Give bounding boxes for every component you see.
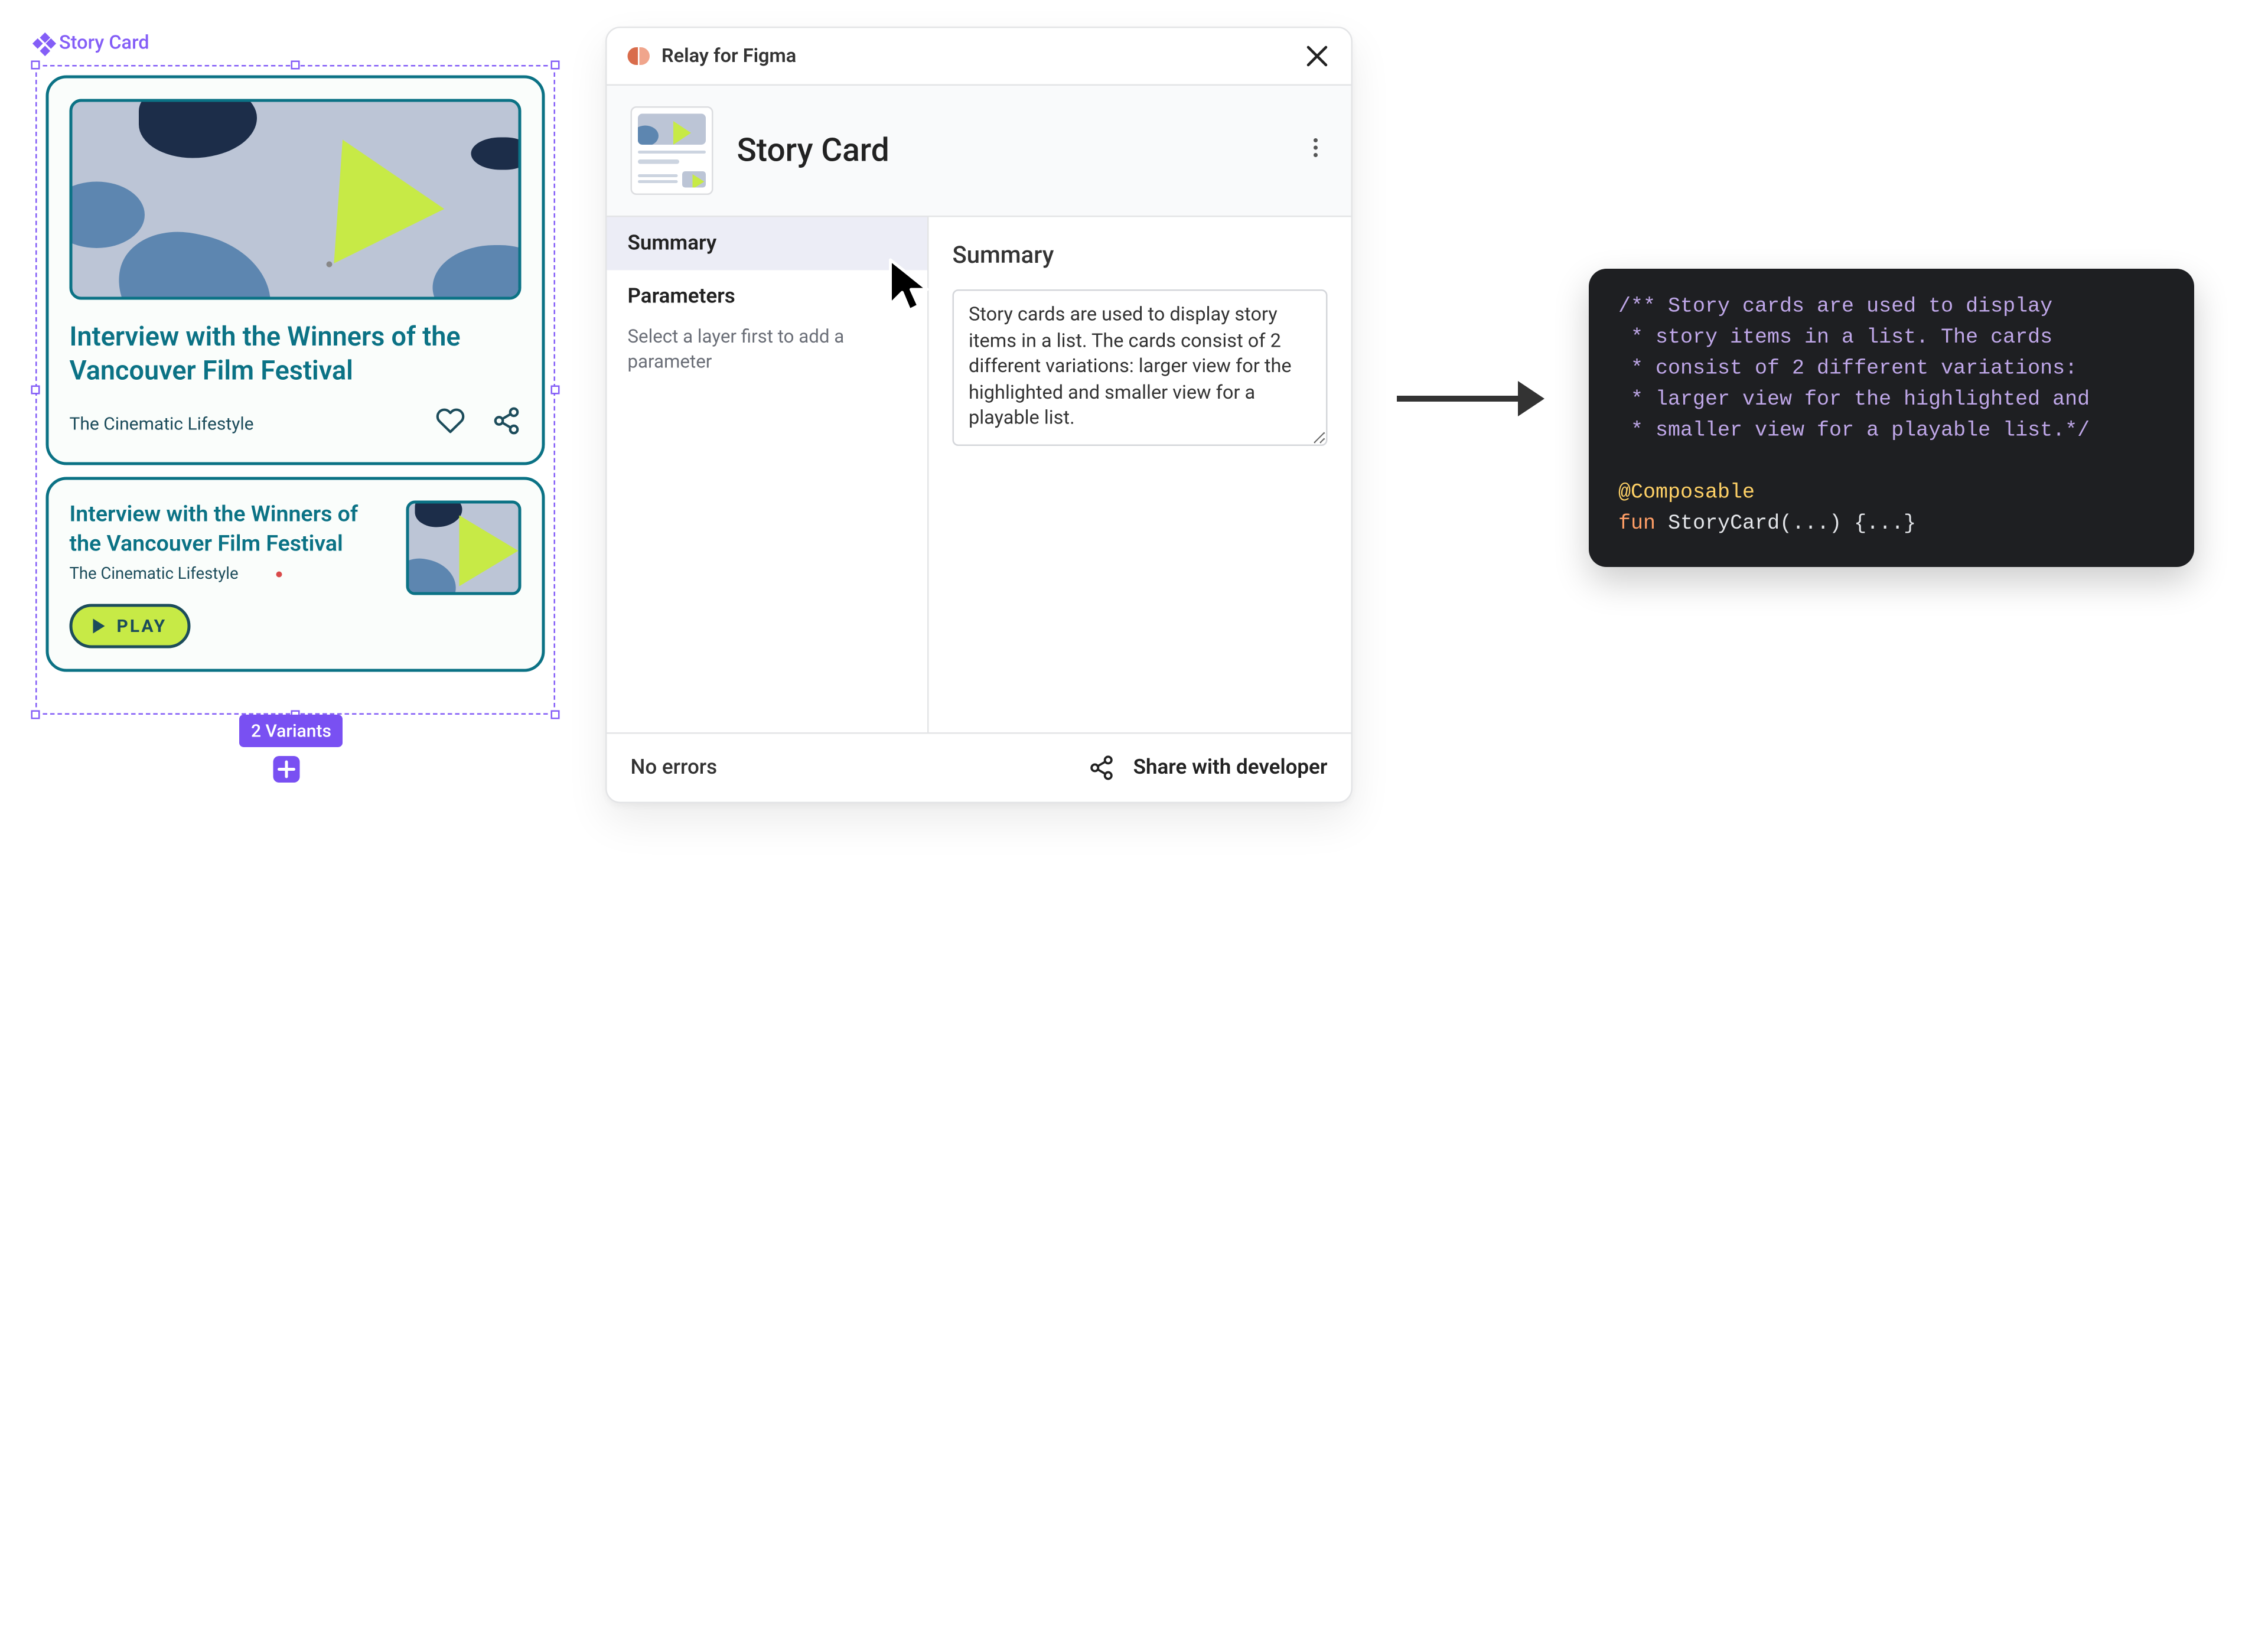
content-heading: Summary — [953, 241, 1328, 269]
like-icon[interactable] — [436, 406, 465, 442]
code-comment-line: * consist of 2 different variations: — [1618, 357, 2077, 381]
code-output-block: /** Story cards are used to display * st… — [1589, 269, 2194, 567]
panel-component-row: Story Card — [607, 86, 1351, 217]
story-card-small-variant[interactable]: Interview with the Winners of the Vancou… — [46, 477, 545, 672]
selection-handle[interactable] — [31, 386, 40, 395]
play-icon — [93, 619, 105, 634]
selection-handle[interactable] — [551, 711, 560, 719]
figma-component-frame[interactable]: Interview with the Winners of the Vancou… — [35, 65, 555, 715]
story-card-title: Interview with the Winners of the Vancou… — [70, 501, 389, 559]
add-variant-button[interactable] — [273, 756, 300, 783]
status-text: No errors — [631, 756, 718, 780]
figma-component-label[interactable]: Story Card — [35, 32, 149, 55]
story-card-subtitle: The Cinematic Lifestyle — [70, 564, 239, 584]
hero-image-small — [406, 501, 522, 595]
panel-header: Relay for Figma — [607, 28, 1351, 86]
tab-parameters[interactable]: Parameters — [607, 271, 928, 324]
share-with-developer-button[interactable]: Share with developer — [1089, 755, 1328, 781]
code-comment-line: * larger view for the highlighted and — [1618, 389, 2090, 412]
hero-image-large — [70, 99, 522, 300]
play-button-label: PLAY — [117, 616, 167, 637]
story-card-subtitle: The Cinematic Lifestyle — [70, 413, 254, 434]
selection-handle[interactable] — [31, 711, 40, 719]
parameters-hint: Select a layer first to add a parameter — [607, 324, 928, 391]
story-card-large-variant[interactable]: Interview with the Winners of the Vancou… — [46, 76, 545, 465]
code-comment-line: * story items in a list. The cards — [1618, 327, 2052, 350]
relay-panel: Relay for Figma Story Card — [605, 27, 1353, 803]
tab-summary[interactable]: Summary — [607, 217, 928, 271]
panel-brand-label: Relay for Figma — [662, 45, 796, 67]
selection-handle[interactable] — [291, 61, 300, 70]
selection-handle[interactable] — [551, 386, 560, 395]
arrow-icon — [1397, 381, 1544, 416]
indicator-dot — [277, 571, 283, 576]
play-icon — [334, 139, 448, 271]
story-card-title: Interview with the Winners of the Vancou… — [70, 321, 522, 389]
selection-handle[interactable] — [551, 61, 560, 70]
panel-sidebar: Summary Parameters Select a layer first … — [607, 217, 929, 733]
code-keyword: fun — [1618, 513, 1656, 536]
code-comment-line: * smaller view for a playable list.*/ — [1618, 419, 2090, 443]
share-icon — [1089, 755, 1116, 781]
play-icon — [460, 516, 519, 586]
share-icon[interactable] — [492, 406, 522, 442]
summary-textarea[interactable]: Story cards are used to display story it… — [953, 289, 1328, 446]
variants-badge[interactable]: 2 Variants — [239, 715, 343, 747]
component-label-text: Story Card — [59, 32, 149, 55]
component-thumbnail — [631, 106, 713, 195]
share-label: Share with developer — [1133, 756, 1328, 780]
component-icon — [35, 35, 53, 53]
panel-component-title: Story Card — [737, 132, 1280, 170]
panel-brand: Relay for Figma — [628, 45, 797, 67]
panel-content: Summary Story cards are used to display … — [929, 217, 1351, 733]
code-comment-line: /** Story cards are used to display — [1618, 295, 2052, 319]
selection-handle[interactable] — [31, 61, 40, 70]
close-icon[interactable] — [1304, 43, 1331, 70]
panel-footer: No errors Share with developer — [607, 732, 1351, 802]
play-button[interactable]: PLAY — [70, 604, 191, 648]
code-annotation: @Composable — [1618, 481, 1755, 505]
relay-logo-icon — [628, 47, 650, 65]
more-icon[interactable] — [1304, 136, 1328, 165]
code-function-name: StoryCard — [1668, 513, 1780, 536]
code-signature-tail: (...) {...} — [1780, 513, 1916, 536]
